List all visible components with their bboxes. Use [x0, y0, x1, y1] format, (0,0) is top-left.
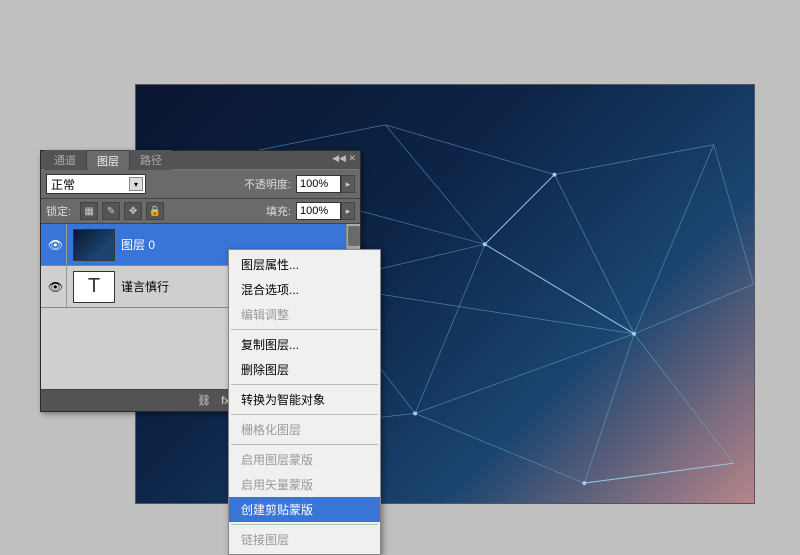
lock-transparency-icon[interactable]: ▦ [80, 202, 98, 220]
fill-label: 填充: [266, 203, 291, 219]
chevron-down-icon: ▾ [129, 177, 143, 191]
menu-separator [231, 329, 378, 330]
tab-layers[interactable]: 图层 [86, 150, 130, 171]
visibility-toggle[interactable]: 👁 [45, 266, 67, 307]
menu-item[interactable]: 混合选项... [229, 277, 380, 302]
menu-item: 栅格化图层 [229, 417, 380, 442]
opacity-label: 不透明度: [244, 176, 291, 192]
menu-item[interactable]: 创建剪贴蒙版 [229, 497, 380, 522]
menu-item[interactable]: 转换为智能对象 [229, 387, 380, 412]
eye-icon: 👁 [48, 280, 63, 294]
blend-opacity-row: 正常 ▾ 不透明度: 100% ▸ [41, 169, 360, 199]
layer-thumbnail[interactable]: T [73, 271, 115, 303]
fill-input[interactable]: 100% [296, 202, 341, 220]
menu-item: 编辑调整 [229, 302, 380, 327]
fill-flyout-icon[interactable]: ▸ [341, 202, 355, 220]
link-layers-icon[interactable]: ⛓ [194, 393, 214, 409]
opacity-input[interactable]: 100% [296, 175, 341, 193]
panel-collapse-icon[interactable]: ◀◀ ✕ [332, 153, 356, 164]
lock-pixels-icon[interactable]: ✎ [102, 202, 120, 220]
blend-mode-select[interactable]: 正常 ▾ [46, 174, 146, 194]
tab-paths[interactable]: 路径 [130, 150, 172, 170]
menu-separator [231, 444, 378, 445]
menu-item[interactable]: 图层属性... [229, 252, 380, 277]
eye-icon: 👁 [48, 238, 63, 252]
panel-tabs: 通道 图层 路径 ◀◀ ✕ [41, 151, 360, 169]
menu-separator [231, 524, 378, 525]
lock-position-icon[interactable]: ✥ [124, 202, 142, 220]
scrollbar-thumb[interactable] [348, 226, 360, 246]
menu-item: 链接图层 [229, 527, 380, 552]
blend-mode-value: 正常 [51, 176, 75, 193]
menu-item: 启用图层蒙版 [229, 447, 380, 472]
tab-channels[interactable]: 通道 [44, 150, 86, 170]
menu-item: 启用矢量蒙版 [229, 472, 380, 497]
lock-fill-row: 锁定: ▦ ✎ ✥ 🔒 填充: 100% ▸ [41, 199, 360, 224]
menu-item[interactable]: 删除图层 [229, 357, 380, 382]
opacity-flyout-icon[interactable]: ▸ [341, 175, 355, 193]
menu-separator [231, 384, 378, 385]
visibility-toggle[interactable]: 👁 [45, 224, 67, 265]
menu-separator [231, 414, 378, 415]
lock-label: 锁定: [46, 203, 71, 219]
lock-all-icon[interactable]: 🔒 [146, 202, 164, 220]
layer-context-menu: 图层属性...混合选项...编辑调整复制图层...删除图层转换为智能对象栅格化图… [228, 249, 381, 555]
layer-thumbnail[interactable] [73, 229, 115, 261]
menu-item[interactable]: 复制图层... [229, 332, 380, 357]
